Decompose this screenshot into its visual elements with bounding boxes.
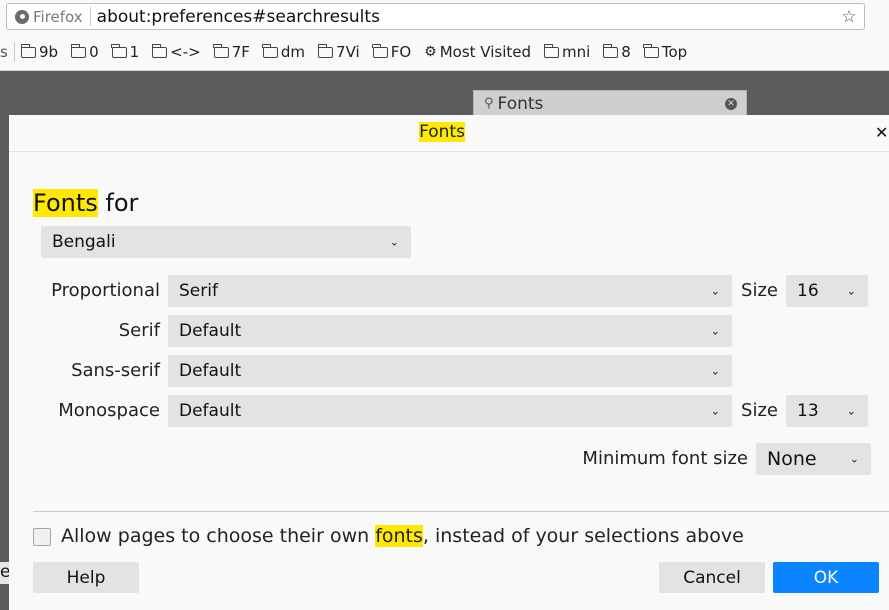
folder-icon [262,43,278,58]
dialog-divider [33,511,889,512]
bookmark-item[interactable]: 9b [20,43,59,61]
bookmark-item[interactable]: 8 [602,43,631,61]
identity-label: Firefox [33,7,83,26]
bookmark-item[interactable]: mni [543,43,591,61]
bookmark-label: 8 [621,43,631,61]
bookmark-label: 0 [89,43,99,61]
url-bar[interactable]: Firefox about:preferences#searchresults … [6,3,865,30]
sans-serif-select[interactable]: Default ⌄ [168,355,732,387]
folder-icon [111,43,127,58]
chevron-down-icon: ⌄ [846,284,856,298]
serif-select[interactable]: Default ⌄ [168,315,732,347]
monospace-size-label: Size [741,400,778,421]
folder-icon [70,43,87,58]
minimum-font-size-select[interactable]: None ⌄ [756,443,871,475]
folder-icon [213,43,229,58]
bookmarks-list: 9b 0 1 <-> 7F dm 7Vi FO ⚙ Most Visited mni 8 Top [20,43,700,61]
language-select[interactable]: Bengali ⌄ [41,226,411,258]
monospace-size-select[interactable]: 13 ⌄ [786,395,868,427]
chevron-down-icon: ⌄ [710,364,720,378]
folder-icon [602,43,619,58]
proportional-select[interactable]: Serif ⌄ [168,275,732,307]
bookmark-label: 7Vi [336,43,360,61]
bookmark-label: 9b [39,43,59,61]
bookmark-item[interactable]: ⚙ Most Visited [424,43,531,61]
bookmark-star-icon[interactable]: ☆ [840,7,858,27]
preferences-search-input[interactable]: ⚲ Fonts ✕ [473,90,747,117]
ok-button[interactable]: OK [773,562,879,593]
heading-rest: for [97,189,139,217]
allow-pages-fonts-checkbox[interactable] [33,528,51,546]
bookmark-label: Top [661,43,688,61]
bookmark-overflow-text: s [0,43,8,61]
background-edge-text: e [0,562,9,584]
monospace-label: Monospace [58,400,160,421]
cancel-button[interactable]: Cancel [659,562,765,593]
bookmark-label: FO [390,43,412,61]
bookmarks-divider [14,42,15,62]
bookmark-item[interactable]: <-> [151,43,201,61]
bookmark-label: 7F [231,43,250,61]
bookmark-item[interactable]: Top [643,43,688,61]
dialog-title-bar: Fonts ✕ [9,115,889,152]
fonts-for-heading: Fonts for [33,189,138,217]
bookmark-item[interactable]: FO [372,43,412,61]
chevron-down-icon: ⌄ [710,284,720,298]
serif-label: Serif [118,320,160,341]
firefox-logo-icon [15,9,29,24]
proportional-label: Proportional [51,280,160,301]
bookmark-label: mni [562,43,591,61]
folder-icon [643,43,659,58]
bookmarks-toolbar: s 9b 0 1 <-> 7F dm 7Vi FO ⚙ Most Visited mni 8 Top [0,34,889,71]
identity-box[interactable]: Firefox [7,8,90,26]
chevron-down-icon: ⌄ [849,452,859,466]
folder-icon [151,43,168,58]
bookmark-label: dm [280,43,306,61]
chevron-down-icon: ⌄ [846,404,856,418]
folder-icon [372,43,388,58]
folder-icon [543,43,559,58]
help-button[interactable]: Help [33,562,139,593]
sans-serif-label: Sans-serif [71,360,160,381]
fonts-dialog: Fonts ✕ Fonts for Bengali ⌄ Proportional … [9,115,889,610]
folder-icon [20,43,36,58]
minimum-font-size-label: Minimum font size [582,448,748,469]
chevron-down-icon: ⌄ [389,235,399,249]
chevron-down-icon: ⌄ [710,404,720,418]
proportional-size-select[interactable]: 16 ⌄ [786,275,868,307]
browser-toolbar: Firefox about:preferences#searchresults … [0,0,889,34]
url-text[interactable]: about:preferences#searchresults [97,7,840,27]
search-value: Fonts [497,93,544,114]
clear-search-icon[interactable]: ✕ [725,97,737,110]
close-icon[interactable]: ✕ [875,123,889,142]
search-icon: ⚲ [484,96,494,111]
bookmark-label: <-> [170,43,201,61]
bookmark-item[interactable]: 0 [70,43,99,61]
heading-highlight: Fonts [33,189,98,217]
bookmark-label: 1 [129,43,140,61]
dialog-title: Fonts [419,122,465,142]
chevron-down-icon: ⌄ [710,324,720,338]
url-divider [89,7,91,26]
allow-pages-fonts-label: Allow pages to choose their own fonts, i… [61,525,744,547]
bookmark-item[interactable]: 7F [213,43,250,61]
monospace-select[interactable]: Default ⌄ [168,395,732,427]
bookmark-label: Most Visited [439,43,531,61]
proportional-size-label: Size [741,280,778,301]
gear-icon: ⚙ [424,44,437,60]
bookmark-item[interactable]: 7Vi [317,43,360,61]
folder-icon [317,43,334,58]
bookmark-item[interactable]: 1 [111,43,140,61]
bookmark-item[interactable]: dm [262,43,306,61]
